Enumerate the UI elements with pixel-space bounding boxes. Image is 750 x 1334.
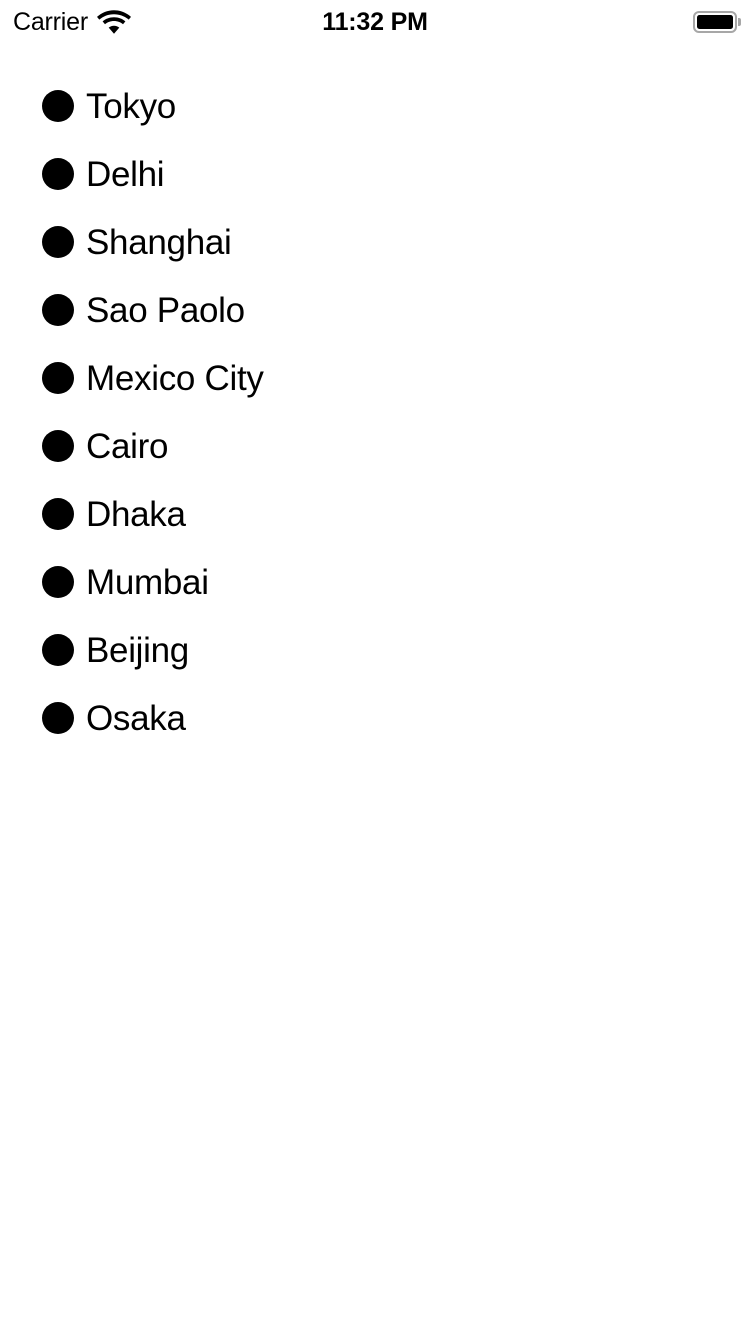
list-item[interactable]: Shanghai: [0, 208, 750, 276]
status-bar-clock: 11:32 PM: [322, 7, 428, 36]
list-item[interactable]: Mexico City: [0, 344, 750, 412]
list-item[interactable]: Osaka: [0, 684, 750, 752]
main-content: Tokyo Delhi Shanghai Sao Paolo Mexico City Ca…: [0, 44, 750, 1334]
bullet-dot-icon: [42, 702, 74, 734]
bullet-dot-icon: [42, 362, 74, 394]
bullet-dot-icon: [42, 498, 74, 530]
list-item[interactable]: Tokyo: [0, 72, 750, 140]
list-item-label: Shanghai: [86, 222, 232, 262]
battery-icon: [693, 10, 741, 34]
list-item-label: Delhi: [86, 154, 165, 194]
bullet-dot-icon: [42, 634, 74, 666]
battery-cap: [738, 18, 741, 26]
list-item-label: Mumbai: [86, 562, 209, 602]
list-item-label: Mexico City: [86, 358, 264, 398]
bullet-dot-icon: [42, 566, 74, 598]
wifi-icon: [97, 10, 131, 34]
status-bar: Carrier 11:32 PM: [0, 0, 750, 44]
list-item[interactable]: Cairo: [0, 412, 750, 480]
list-item-label: Beijing: [86, 630, 189, 670]
list-item[interactable]: Dhaka: [0, 480, 750, 548]
list-item-label: Osaka: [86, 698, 186, 738]
list-item-label: Cairo: [86, 426, 169, 466]
list-item[interactable]: Beijing: [0, 616, 750, 684]
bullet-dot-icon: [42, 294, 74, 326]
status-bar-right-group: [693, 0, 741, 44]
bullet-dot-icon: [42, 158, 74, 190]
bullet-dot-icon: [42, 90, 74, 122]
status-bar-left-group: Carrier: [13, 0, 131, 44]
list-item[interactable]: Delhi: [0, 140, 750, 208]
list-item[interactable]: Mumbai: [0, 548, 750, 616]
bullet-dot-icon: [42, 430, 74, 462]
list-item-label: Dhaka: [86, 494, 186, 534]
battery-fill: [697, 15, 733, 29]
city-list: Tokyo Delhi Shanghai Sao Paolo Mexico City Ca…: [0, 72, 750, 752]
list-item[interactable]: Sao Paolo: [0, 276, 750, 344]
list-item-label: Sao Paolo: [86, 290, 245, 330]
carrier-label: Carrier: [13, 7, 88, 36]
bullet-dot-icon: [42, 226, 74, 258]
list-item-label: Tokyo: [86, 86, 176, 126]
